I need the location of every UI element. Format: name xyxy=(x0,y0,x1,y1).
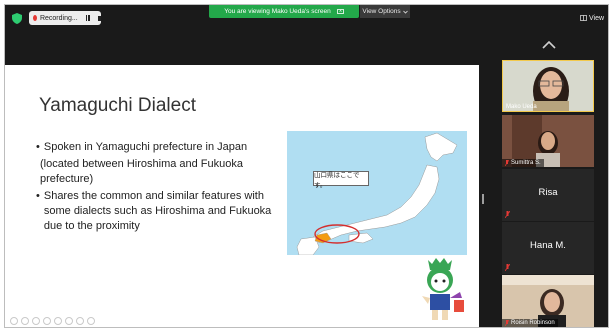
mascot-illustration xyxy=(422,258,464,320)
bullet-text: Spoken in Yamaguchi prefecture in Japan xyxy=(43,141,248,153)
share-icon xyxy=(336,9,344,14)
eraser-icon[interactable] xyxy=(43,317,51,325)
participant-name-center: Hana M. xyxy=(530,240,566,251)
slide-toolbar xyxy=(10,317,95,325)
grid-view-icon xyxy=(580,15,587,21)
slide-bullets: • Spoken in Yamaguchi prefecture in Japa… xyxy=(36,140,286,234)
mic-muted-icon xyxy=(505,320,509,326)
recording-label: Recording... xyxy=(39,14,78,22)
stop-icon[interactable] xyxy=(97,15,101,21)
slide-title: Yamaguchi Dialect xyxy=(39,95,197,116)
participant-name: Sumittra S. xyxy=(511,160,541,166)
prev-slide-icon[interactable] xyxy=(10,317,18,325)
participant-name: Mako Ueda xyxy=(506,104,537,110)
view-button[interactable]: View xyxy=(580,11,608,25)
bullet-item: • Shares the common and similar features… xyxy=(36,189,286,234)
participant-tile[interactable]: Risa xyxy=(502,169,594,221)
panel-resize-handle[interactable] xyxy=(482,194,484,204)
zoom-window: Recording... You are viewing Mako Ueda's… xyxy=(4,4,609,328)
subtitle-icon[interactable] xyxy=(76,317,84,325)
recording-indicator[interactable]: Recording... xyxy=(29,11,101,25)
view-label: View xyxy=(589,14,605,22)
mic-muted-icon xyxy=(505,160,509,166)
japan-map: 山口県はここです。 xyxy=(287,131,467,256)
participant-tile[interactable]: Hana M. xyxy=(502,222,594,274)
zoom-icon[interactable] xyxy=(65,317,73,325)
mic-muted-icon xyxy=(505,264,510,271)
chevron-up-icon[interactable] xyxy=(542,41,556,49)
screen-share-banner: You are viewing Mako Ueda's screen xyxy=(209,5,359,18)
record-dot-icon xyxy=(33,15,37,21)
participant-tile[interactable]: Roisin Robinson xyxy=(502,275,594,327)
participant-name: Roisin Robinson xyxy=(511,320,555,326)
bullet-note: (located between Hiroshima and Fukuoka p… xyxy=(40,158,244,185)
pen-icon[interactable] xyxy=(32,317,40,325)
grid-icon[interactable] xyxy=(54,317,62,325)
participant-tile[interactable]: Mako Ueda xyxy=(502,60,594,112)
shield-icon[interactable] xyxy=(12,13,22,24)
bullet-item: • Spoken in Yamaguchi prefecture in Japa… xyxy=(36,141,248,153)
map-callout: 山口県はここです。 xyxy=(313,171,369,189)
view-options-label: View Options xyxy=(362,8,401,15)
more-icon[interactable] xyxy=(87,317,95,325)
participant-name-center: Risa xyxy=(538,187,558,198)
participant-tile[interactable]: Sumittra S. xyxy=(502,115,594,167)
pause-icon[interactable] xyxy=(85,15,90,21)
chevron-down-icon xyxy=(402,10,408,14)
shared-slide: Yamaguchi Dialect • Spoken in Yamaguchi … xyxy=(5,65,479,327)
mic-muted-icon xyxy=(505,211,510,218)
next-slide-icon[interactable] xyxy=(21,317,29,325)
bullet-text: Shares the common and similar features w… xyxy=(43,190,272,232)
view-options-button[interactable]: View Options xyxy=(360,5,410,18)
japan-map-image xyxy=(296,132,458,256)
viewing-text: You are viewing Mako Ueda's screen xyxy=(224,8,331,15)
